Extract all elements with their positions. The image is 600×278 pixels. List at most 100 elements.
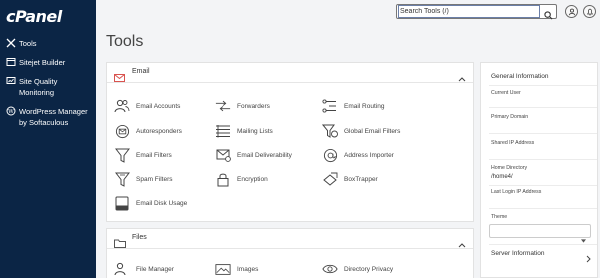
sidebar-item-label: Site Quality Monitoring [19, 77, 58, 97]
tool-forwarders[interactable]: Forwarders [215, 98, 270, 114]
tool-email-deliverability[interactable]: Email Deliverability [215, 147, 292, 163]
divider [489, 85, 597, 86]
files-panel-title: Files [132, 234, 147, 241]
sidebar-item-label: Sitejet Builder [19, 58, 66, 67]
chevron-right-icon[interactable] [586, 250, 591, 268]
spam-filter-icon [114, 171, 130, 187]
cpanel-logo[interactable]: cPanel [6, 7, 62, 26]
sidebar-item-wordpress-manager[interactable]: W WordPress Manager by Softaculous [0, 106, 96, 128]
eye-icon [322, 261, 338, 277]
server-information-link[interactable]: Server Information [491, 250, 544, 257]
tool-label: Email Accounts [136, 102, 181, 110]
tool-label: Email Filters [136, 151, 172, 159]
forwarders-icon [215, 98, 231, 114]
search-box [396, 4, 557, 20]
at-icon [322, 147, 338, 163]
divider [489, 133, 597, 134]
sitejet-icon [6, 57, 16, 67]
lock-icon [215, 171, 231, 187]
divider [489, 107, 597, 108]
tool-label: Mailing Lists [237, 127, 273, 135]
sidebar-item-site-quality-monitoring[interactable]: Site Quality Monitoring [0, 76, 96, 98]
search-icon[interactable] [544, 7, 553, 25]
divider [489, 208, 597, 209]
theme-select[interactable] [489, 224, 591, 243]
page-title: Tools [106, 33, 144, 50]
tool-label: Address Importer [344, 151, 394, 159]
boxtrapper-icon [322, 171, 338, 187]
tool-label: Global Email Filters [344, 127, 401, 135]
images-icon [215, 261, 231, 277]
email-panel-header[interactable]: Email [107, 63, 473, 83]
user-icon [568, 8, 575, 16]
current-user-label: Current User [491, 90, 521, 96]
chevron-up-icon[interactable] [458, 69, 466, 87]
tool-label: Email Deliverability [237, 151, 292, 159]
routing-icon [322, 98, 338, 114]
shared-ip-label: Shared IP Address [491, 140, 535, 146]
tool-email-routing[interactable]: Email Routing [322, 98, 384, 114]
tool-label: Forwarders [237, 102, 270, 110]
file-manager-icon [114, 261, 130, 277]
theme-label: Theme [491, 214, 508, 220]
tool-mailing-lists[interactable]: Mailing Lists [215, 123, 273, 139]
disk-icon [114, 195, 130, 211]
divider [489, 244, 597, 245]
tool-email-accounts[interactable]: Email Accounts [114, 98, 180, 114]
tool-boxtrapper[interactable]: BoxTrapper [322, 171, 378, 187]
wordpress-icon: W [6, 106, 16, 116]
notifications-button[interactable] [583, 5, 596, 18]
tool-label: Spam Filters [136, 175, 173, 183]
tool-label: Images [237, 265, 259, 273]
tool-autoresponders[interactable]: Autoresponders [114, 123, 182, 139]
tool-label: Directory Privacy [344, 265, 394, 273]
home-directory-label: Home Directory [491, 165, 528, 171]
email-panel: Email Email Accounts Forwarders Email Ro… [106, 62, 474, 222]
divider [489, 159, 597, 160]
tool-email-filters[interactable]: Email Filters [114, 147, 172, 163]
top-bar [96, 0, 600, 24]
user-button[interactable] [565, 5, 578, 18]
files-panel-header[interactable]: Files [107, 229, 473, 249]
sidebar-item-tools[interactable]: Tools [0, 38, 96, 49]
tool-label: Encryption [237, 175, 268, 183]
email-panel-title: Email [132, 68, 150, 75]
tool-encryption[interactable]: Encryption [215, 171, 268, 187]
tool-images[interactable]: Images [215, 261, 258, 277]
autoresponder-icon [114, 123, 130, 139]
general-info-title: General Information [491, 73, 549, 80]
filter-icon [114, 147, 130, 163]
svg-text:W: W [8, 109, 14, 115]
general-info-panel: General Information Current User Primary… [480, 62, 598, 278]
tool-address-importer[interactable]: Address Importer [322, 147, 394, 163]
users-icon [114, 98, 130, 114]
tool-email-disk-usage[interactable]: Email Disk Usage [114, 195, 187, 211]
primary-domain-label: Primary Domain [491, 114, 529, 120]
sidebar: cPanel Tools Sitejet Builder Site Qualit… [0, 0, 96, 278]
home-directory-value: /home4/ [491, 174, 513, 180]
site-quality-icon [6, 76, 16, 86]
list-icon [215, 123, 231, 139]
tools-icon [6, 38, 16, 48]
sidebar-item-label: Tools [19, 39, 37, 48]
sidebar-nav: Tools Sitejet Builder Site Quality Monit… [0, 38, 96, 136]
email-envelope-icon [114, 69, 125, 87]
folder-icon [114, 235, 126, 253]
tool-directory-privacy[interactable]: Directory Privacy [322, 261, 393, 277]
search-input[interactable] [398, 5, 540, 18]
tool-label: Email Disk Usage [136, 199, 188, 207]
tool-label: File Manager [136, 265, 174, 273]
tool-label: BoxTrapper [344, 175, 378, 183]
sidebar-item-sitejet-builder[interactable]: Sitejet Builder [0, 57, 96, 68]
bell-icon [586, 8, 593, 16]
tool-label: Email Routing [344, 102, 385, 110]
tool-global-email-filters[interactable]: Global Email Filters [322, 123, 400, 139]
tool-file-manager[interactable]: File Manager [114, 261, 174, 277]
tool-spam-filters[interactable]: Spam Filters [114, 171, 172, 187]
tool-label: Autoresponders [136, 127, 182, 135]
sidebar-item-label: WordPress Manager by Softaculous [19, 107, 88, 127]
global-filter-icon [322, 123, 338, 139]
chevron-up-icon[interactable] [458, 235, 466, 253]
deliverability-icon [215, 147, 231, 163]
divider [489, 185, 597, 186]
